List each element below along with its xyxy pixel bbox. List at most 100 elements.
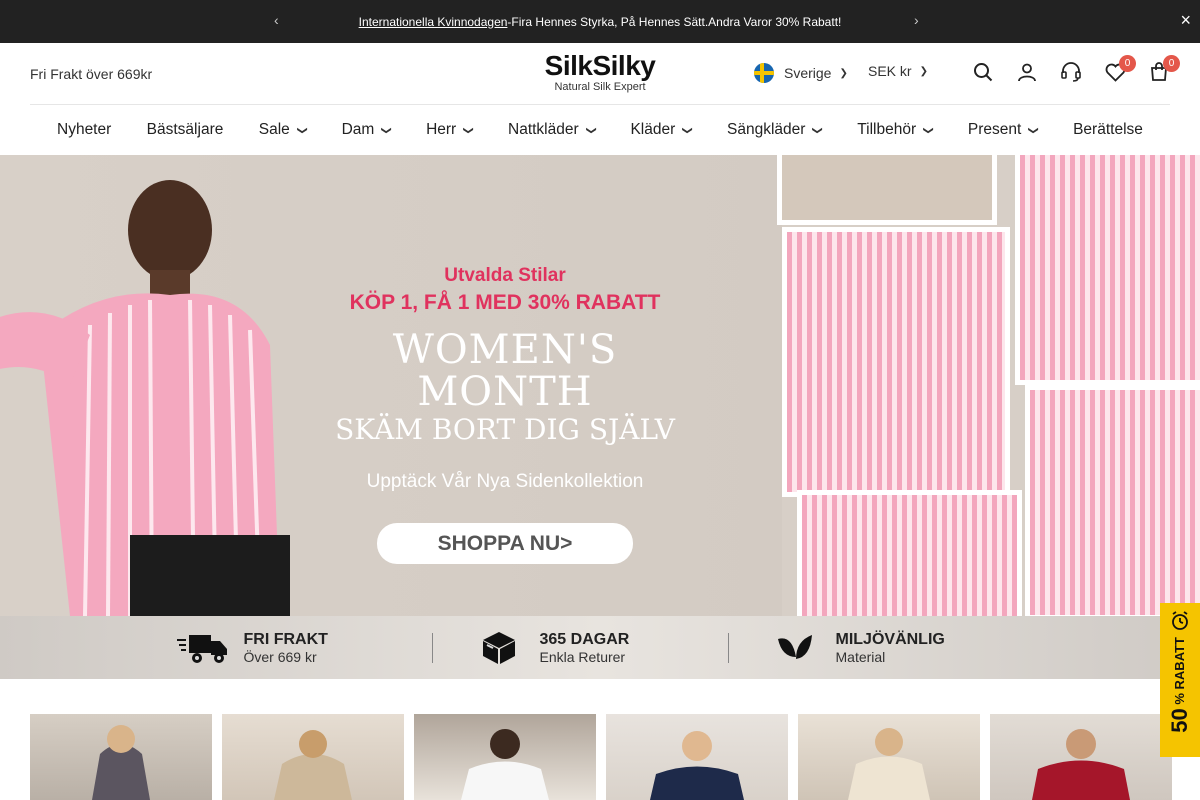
usp-item-0: FRI FRAKT Över 669 kr [176,630,432,666]
chevron-down-icon: ❯ [380,125,392,135]
nav-item-label: Nattkläder [508,121,579,138]
alarm-clock-icon [1172,611,1188,630]
currency-selector[interactable]: SEK kr ❯ [868,63,928,79]
close-icon[interactable]: × [1180,10,1191,31]
product-card[interactable] [30,714,212,800]
nav-item-10[interactable]: Berättelse [1073,121,1143,139]
chevron-left-icon[interactable]: ‹ [274,12,279,28]
announcement-link[interactable]: Internationella Kvinnodagen [359,15,508,29]
usp-item-2: MILJÖVÄNLIG Material [769,630,1024,666]
cart-count-badge: 0 [1163,55,1180,72]
product-card[interactable] [222,714,404,800]
nav-item-9[interactable]: Present ❯ [967,121,1040,139]
nav-item-label: Herr [426,121,457,138]
nav-item-1[interactable]: Bästsäljare [147,121,224,139]
support-icon[interactable] [1060,61,1082,83]
hero-tagline: SKÄM BORT DIG SJÄLV [335,413,675,446]
truck-icon [176,630,229,666]
nav-item-label: Nyheter [57,121,112,138]
nav-item-label: Berättelse [1073,121,1143,138]
leaf-icon [769,630,821,666]
product-card[interactable] [606,714,788,800]
hero-title: WOMEN'S MONTH [392,327,618,415]
nav-item-6[interactable]: Kläder ❯ [630,121,693,139]
wishlist-icon[interactable]: 0 [1104,55,1136,83]
chevron-down-icon: ❯ [681,125,693,135]
product-card[interactable] [414,714,596,800]
nav-item-8[interactable]: Tillbehör ❯ [857,121,934,139]
usp-text: 365 DAGAR Enkla Returer [540,631,630,665]
usp-text: MILJÖVÄNLIG Material [836,631,945,665]
usp-divider [727,632,729,663]
nav-item-label: Kläder [630,121,676,138]
hero-banner[interactable]: Utvalda Stilar KÖP 1, FÅ 1 MED 30% RABAT… [0,155,1200,616]
nav-item-label: Dam [341,121,375,138]
product-card[interactable] [798,714,980,800]
shop-now-button[interactable]: SHOPPA NU> [377,523,633,564]
usp-title: MILJÖVÄNLIG [835,630,945,648]
main-nav: Nyheter Bästsäljare Sale ❯ Dam ❯ Herr ❯ Nattkläd… [0,105,1200,155]
nav-item-label: Present [967,121,1022,138]
chevron-down-icon: ❯ [462,125,474,135]
currency-label: SEK kr [868,63,912,79]
box-icon [473,630,525,666]
chevron-down-icon: ❯ [1028,125,1040,135]
product-row [30,714,1172,800]
collage-photo-mirror [782,227,1010,497]
nav-item-5[interactable]: Nattkläder ❯ [508,121,597,139]
hero-offer: KÖP 1, FÅ 1 MED 30% RABATT [349,291,661,314]
chevron-down-icon: ❯ [812,125,824,135]
discount-label: % RABATT [1172,637,1187,705]
nav-item-label: Tillbehör [857,121,917,138]
chevron-down-icon: ❯ [919,65,928,77]
collage-photo-closeup [797,490,1022,616]
logo-wordmark: SilkSilky [544,50,656,81]
header-icons: 0 0 [972,55,1180,83]
nav-item-label: Sängkläder [727,121,806,138]
chevron-down-icon: ❯ [839,67,848,79]
discount-amount: 50 [1167,708,1192,733]
logo-tagline: Natural Silk Expert [554,81,646,93]
collage-photo-kitchen [1015,155,1200,385]
announcement-message: -Fira Hennes Styrka, På Hennes Sätt.Andr… [507,14,842,29]
nav-item-7[interactable]: Sängkläder ❯ [727,121,824,139]
nav-item-3[interactable]: Dam ❯ [341,121,392,139]
usp-subtitle: Över 669 kr [243,648,317,665]
free-shipping-note: Fri Frakt över 669kr [30,66,153,82]
collage-photo-kitchen-top [777,155,997,225]
chevron-down-icon: ❯ [922,125,934,135]
announcement-bar: ‹ Internationella Kvinnodagen-Fira Henne… [0,0,1200,43]
site-header: Fri Frakt över 669kr SilkSilky Natural S… [30,43,1180,105]
nav-item-2[interactable]: Sale ❯ [258,121,308,139]
model-image [0,180,290,616]
chevron-down-icon: ❯ [585,125,597,135]
nav-item-4[interactable]: Herr ❯ [426,121,474,139]
cart-icon[interactable]: 0 [1148,55,1180,83]
usp-item-1: 365 DAGAR Enkla Returer [473,630,728,666]
discount-tab-text: 50 % RABATT [1167,637,1193,733]
usp-text: FRI FRAKT Över 669 kr [244,631,328,665]
usp-subtitle: Material [835,648,886,665]
country-selector[interactable]: Sverige ❯ [754,63,848,83]
hero-collage [757,155,1200,616]
account-icon[interactable] [1016,61,1038,83]
collage-photo-coffee [1025,385,1200,616]
hero-kicker: Utvalda Stilar [444,265,566,286]
announcement-text: Internationella Kvinnodagen-Fira Hennes … [359,15,842,29]
product-card[interactable] [990,714,1172,800]
site-logo[interactable]: SilkSilky Natural Silk Expert [530,50,670,94]
usp-strip: FRI FRAKT Över 669 kr 365 DAGAR Enkla Retur… [0,616,1200,679]
nav-item-label: Bästsäljare [146,121,224,138]
nav-item-0[interactable]: Nyheter [57,121,111,139]
sweden-flag-icon [754,63,774,83]
chevron-right-icon[interactable]: › [914,12,919,28]
wishlist-count-badge: 0 [1119,55,1136,72]
usp-title: FRI FRAKT [243,630,328,648]
usp-divider [431,632,433,663]
country-label: Sverige [784,65,832,81]
hero-copy: Utvalda Stilar KÖP 1, FÅ 1 MED 30% RABAT… [300,265,710,564]
discount-popup-tab[interactable]: 50 % RABATT [1160,603,1200,757]
search-icon[interactable] [972,61,994,83]
hero-background: Utvalda Stilar KÖP 1, FÅ 1 MED 30% RABAT… [0,155,782,616]
nav-item-label: Sale [258,121,290,138]
